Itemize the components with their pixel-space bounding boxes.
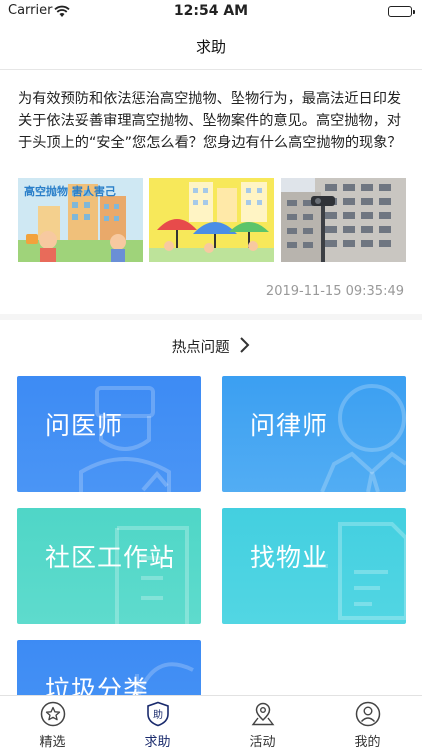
tab-activities-label: 活动 (249, 735, 276, 750)
map-pin-icon (251, 702, 275, 726)
shield-help-icon: 助 (147, 701, 169, 727)
post-timestamp: 2019-11-15 09:35:49 (265, 284, 404, 299)
tab-profile[interactable]: 我的 (315, 696, 420, 750)
ask-doctor-card[interactable]: 问医师 (17, 376, 201, 492)
community-station-card[interactable]: 社区工作站 (17, 508, 201, 624)
waste-sorting-card[interactable]: 垃圾分类 (17, 640, 201, 695)
status-bar: Carrier 12:54 AM (0, 0, 422, 24)
cartoon-caption: 高空抛物 害人害己 (24, 184, 116, 198)
user-icon (355, 701, 381, 727)
navigation-bar: 求助 (0, 24, 422, 70)
battery-icon (388, 6, 415, 17)
waste-sorting-label: 垃圾分类 (45, 675, 150, 695)
hot-questions-section: 热点问题 问医师 问律师 社区工作站 找物业 垃圾分类 (0, 320, 422, 695)
help-post-card[interactable]: 为有效预防和依法惩治高空抛物、坠物行为，最高法近日印发关于依法妥善审理高空抛物、… (0, 70, 422, 314)
content-scroll[interactable]: 为有效预防和依法惩治高空抛物、坠物行为，最高法近日印发关于依法妥善审理高空抛物、… (0, 70, 422, 695)
tab-profile-label: 我的 (354, 735, 381, 750)
post-image-residential-building[interactable] (281, 178, 406, 262)
community-station-label: 社区工作站 (45, 543, 176, 572)
ask-doctor-label: 问医师 (45, 411, 124, 440)
shield-help-glyph: 助 (153, 708, 163, 721)
tab-featured[interactable]: 精选 (0, 696, 105, 750)
post-image-umbrella-cartoon[interactable] (149, 178, 274, 262)
post-image-cartoon-falling-objects[interactable]: 高空抛物 害人害己 (18, 178, 143, 262)
hot-questions-title: 热点问题 (171, 340, 230, 356)
property-management-label: 找物业 (250, 543, 329, 572)
clock: 12:54 AM (173, 3, 249, 19)
tab-activities[interactable]: 活动 (210, 696, 315, 750)
star-icon (40, 701, 66, 727)
tab-help[interactable]: 助 求助 (105, 696, 210, 750)
chevron-right-icon (238, 336, 250, 358)
tab-featured-label: 精选 (39, 735, 66, 750)
tab-help-label: 求助 (144, 735, 171, 750)
tab-bar: 精选 助 求助 活动 我的 (0, 695, 422, 750)
post-text: 为有效预防和依法惩治高空抛物、坠物行为，最高法近日印发关于依法妥善审理高空抛物、… (18, 91, 402, 151)
property-management-card[interactable]: 找物业 (222, 508, 406, 624)
ask-lawyer-card[interactable]: 问律师 (222, 376, 406, 492)
ask-lawyer-label: 问律师 (250, 411, 329, 440)
hot-questions-header[interactable]: 热点问题 (0, 336, 422, 358)
page-title: 求助 (195, 38, 226, 56)
